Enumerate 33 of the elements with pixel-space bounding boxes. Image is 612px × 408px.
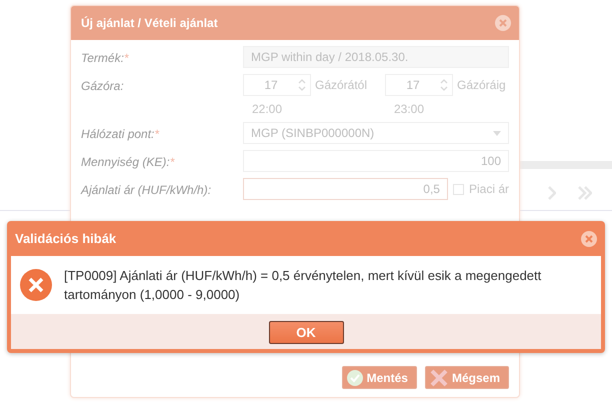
save-button[interactable]: Mentés — [342, 366, 417, 389]
field-label: Gázóra: — [81, 78, 125, 93]
time-text: 23:00 — [393, 101, 426, 116]
hour-label: Gázóráig — [457, 78, 507, 92]
alert-title: Validációs hibák — [15, 231, 116, 246]
field-label: Termék:* — [81, 50, 130, 65]
product-field: MGP within day / 2018.05.30. — [243, 46, 509, 68]
last-icon[interactable] — [578, 186, 592, 200]
error-icon — [20, 269, 52, 301]
field-label: Ajánlati ár (HUF/kWh/h): — [81, 182, 212, 197]
next-icon[interactable] — [548, 186, 556, 200]
close-icon[interactable] — [495, 15, 511, 31]
error-message: [TP0009] Ajánlati ár (HUF/kWh/h) = 0,5 érvénytelen, mert kívül esik a megengedett tartományon (1,0000 - 9,0000) — [64, 267, 542, 304]
quantity-field[interactable]: 100 — [243, 150, 509, 172]
field-label: Mennyiség (KE):* — [81, 154, 176, 169]
spin-icon[interactable] — [298, 78, 306, 92]
price-field[interactable]: 0,5 — [243, 178, 448, 200]
cancel-button[interactable]: Mégsem — [424, 366, 509, 389]
ok-button[interactable]: OK — [268, 321, 344, 344]
time-text: 22:00 — [251, 101, 284, 116]
caret-icon — [493, 130, 501, 136]
close-icon[interactable] — [581, 230, 597, 246]
hour-spinner[interactable]: 17 — [243, 74, 311, 96]
checkbox-label: Piaci ár — [468, 182, 509, 196]
spin-icon[interactable] — [440, 78, 448, 92]
check-icon — [346, 370, 363, 386]
checkbox[interactable] — [452, 184, 464, 194]
field-label: Hálózati pont:* — [81, 126, 160, 141]
hour-label: Gázórától — [315, 78, 368, 92]
network-point-select[interactable]: MGP (SINBP000000N) — [243, 122, 509, 144]
cross-icon — [430, 368, 448, 386]
hour-spinner[interactable]: 17 — [385, 74, 453, 96]
dialog-title: Új ajánlat / Vételi ajánlat — [81, 16, 218, 30]
